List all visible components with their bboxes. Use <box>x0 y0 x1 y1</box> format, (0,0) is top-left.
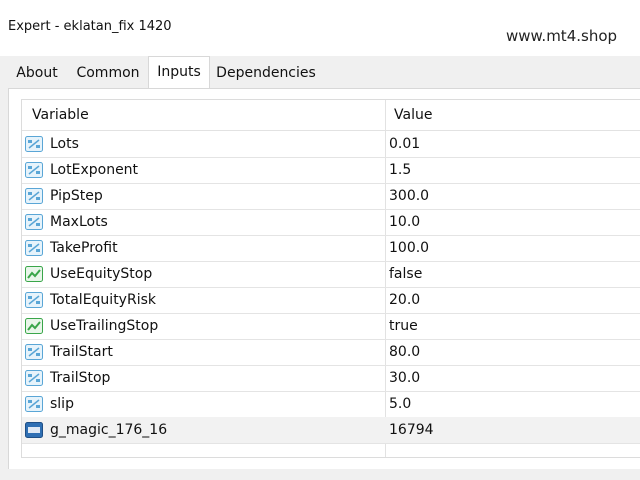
table-row[interactable]: TakeProfit 100.0 <box>22 235 640 262</box>
variable-name: LotExponent <box>50 162 139 178</box>
tab-about[interactable]: About <box>8 60 66 86</box>
variable-name: TakeProfit <box>50 240 118 256</box>
tab-inputs[interactable]: Inputs <box>148 56 210 90</box>
variable-value[interactable]: 30.0 <box>389 365 420 391</box>
table-row[interactable]: TrailStart 80.0 <box>22 339 640 366</box>
column-header-value[interactable]: Value <box>394 100 432 130</box>
inputs-panel: Variable Value Lots 0.01 LotExponent 1.5 Pip… <box>8 88 640 469</box>
table-row[interactable]: UseEquityStop false <box>22 261 640 288</box>
table-row[interactable]: Lots 0.01 <box>22 131 640 158</box>
tab-dependencies[interactable]: Dependencies <box>210 60 322 86</box>
variable-name: Lots <box>50 136 79 152</box>
table-row[interactable]: TrailStop 30.0 <box>22 365 640 392</box>
table-row[interactable]: slip 5.0 <box>22 391 640 418</box>
variable-name: slip <box>50 396 74 412</box>
table-row[interactable]: g_magic_176_16 16794 <box>22 417 640 444</box>
variable-name: MaxLots <box>50 214 108 230</box>
double-value-icon <box>25 136 43 152</box>
watermark-text: www.mt4.shop <box>506 27 618 45</box>
double-value-icon <box>25 370 43 386</box>
double-value-icon <box>25 240 43 256</box>
variable-value[interactable]: 1.5 <box>389 157 411 183</box>
variable-name: TrailStart <box>50 344 113 360</box>
double-value-icon <box>25 292 43 308</box>
variable-value[interactable]: 10.0 <box>389 209 420 235</box>
variable-name: TrailStop <box>50 370 111 386</box>
variable-name: TotalEquityRisk <box>50 292 156 308</box>
double-value-icon <box>25 162 43 178</box>
bool-value-icon <box>25 266 43 282</box>
double-value-icon <box>25 396 43 412</box>
variable-name: g_magic_176_16 <box>50 422 168 438</box>
bool-value-icon <box>25 318 43 334</box>
tab-common[interactable]: Common <box>68 60 148 86</box>
double-value-icon <box>25 344 43 360</box>
variable-value[interactable]: 300.0 <box>389 183 429 209</box>
table-header: Variable Value <box>22 100 640 131</box>
title-bar: Expert - eklatan_fix 1420 www.mt4.shop <box>0 0 640 56</box>
variable-name: UseEquityStop <box>50 266 153 282</box>
double-value-icon <box>25 188 43 204</box>
table-row[interactable]: MaxLots 10.0 <box>22 209 640 236</box>
variable-value[interactable]: 80.0 <box>389 339 420 365</box>
table-row[interactable]: LotExponent 1.5 <box>22 157 640 184</box>
variable-value[interactable]: 5.0 <box>389 391 411 417</box>
variable-value[interactable]: true <box>389 313 418 339</box>
variable-name: PipStep <box>50 188 103 204</box>
variable-value[interactable]: false <box>389 261 422 287</box>
column-header-variable[interactable]: Variable <box>32 100 89 130</box>
integer-value-icon <box>25 422 43 438</box>
variable-value[interactable]: 20.0 <box>389 287 420 313</box>
window-title: Expert - eklatan_fix 1420 <box>8 19 172 34</box>
variable-value[interactable]: 100.0 <box>389 235 429 261</box>
variable-value[interactable]: 0.01 <box>389 131 420 157</box>
table-row[interactable]: PipStep 300.0 <box>22 183 640 210</box>
variable-name: UseTrailingStop <box>50 318 159 334</box>
table-row[interactable]: UseTrailingStop true <box>22 313 640 340</box>
tab-bar: About Common Inputs Dependencies <box>0 56 640 90</box>
inputs-table: Variable Value Lots 0.01 LotExponent 1.5 Pip… <box>21 99 640 458</box>
variable-value[interactable]: 16794 <box>389 417 434 443</box>
table-row[interactable]: TotalEquityRisk 20.0 <box>22 287 640 314</box>
double-value-icon <box>25 214 43 230</box>
